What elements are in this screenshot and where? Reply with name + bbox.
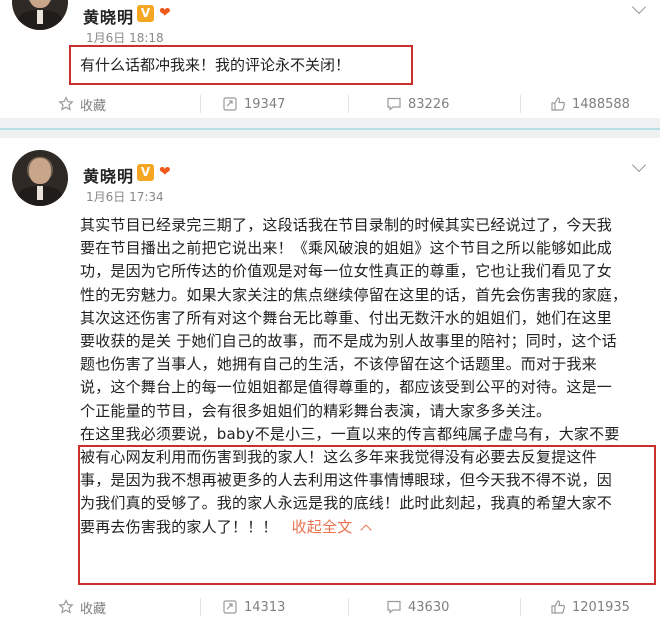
like-button[interactable]: 1488588 [550,89,630,119]
avatar[interactable] [12,150,68,206]
text-line: 在这里我必须要说，baby不是小三，一直以来的传言都纯属子虚乌有，大家不要 [80,424,620,443]
text-line: 其次这还伤害了所有对这个舞台无比尊重、付出无数汗水的姐姐们，她们在这里 [80,308,613,327]
more-chevron-icon[interactable] [631,157,647,173]
favorite-button[interactable]: 收藏 [58,592,106,618]
text-line: 功，是因为它所传达的价值观是对每一位女性真正的尊重，它也让我们看见了女 [80,262,613,281]
favorite-button[interactable]: 收藏 [58,89,106,119]
text-line: 性的无穷魅力。如果大家关注的焦点继续停留在这里的话，首先会伤害我的家庭， [80,285,628,304]
post-text: 有什么话都冲我来！我的评论永不关闭！ [80,56,351,74]
favorite-label: 收藏 [80,601,107,617]
comment-icon [387,97,401,111]
comment-count: 43630 [408,599,450,615]
like-thumb-icon [551,600,566,614]
repost-icon [223,600,237,614]
text-line: 要在节目播出之前把它说出来！《乘风破浪的姐姐》这个节目之所以能够如此成 [80,239,613,258]
comment-button[interactable]: 43630 [386,592,449,618]
action-bar: 收藏 14313 43630 1201935 [0,592,660,618]
like-count: 1201935 [572,599,630,615]
comment-count: 83226 [408,96,450,112]
verified-v-icon: V [137,5,154,22]
author-name[interactable]: 黄晓明 [83,163,134,187]
like-thumb-icon [551,97,566,111]
repost-icon [223,97,237,111]
avatar[interactable] [12,0,68,30]
verified-v-icon: V [137,164,154,181]
repost-button[interactable]: 19347 [222,89,285,119]
favorite-star-icon [58,96,74,111]
post-time[interactable]: 1月6日 18:18 [86,29,164,46]
text-line: 说，这个舞台上的每一位姐姐都是值得尊重的，都应该受到公平的对待。这是一 [80,378,613,397]
like-button[interactable]: 1201935 [550,592,630,618]
post-time[interactable]: 1月6日 17:34 [86,188,164,205]
more-chevron-icon[interactable] [631,0,647,15]
separator-line [0,128,660,130]
text-line: 其实节目已经录完三期了，这段话我在节目录制的时候其实已经说过了，今天我 [80,216,613,234]
like-count: 1488588 [572,96,630,112]
author-name[interactable]: 黄晓明 [83,4,134,28]
weibo-post-1: 黄晓明 V ❤ 1月6日 18:18 有什么话都冲我来！我的评论永不关闭！ 收藏… [0,0,660,118]
fan-badge-icon: ❤ [159,5,171,21]
text-line: 个正能量的节目，会有很多姐姐们的精彩舞台表演，请大家多多关注。 [80,401,552,420]
fan-badge-icon: ❤ [159,164,171,180]
favorite-label: 收藏 [80,98,107,114]
comment-button[interactable]: 83226 [386,89,449,119]
comment-icon [387,600,401,614]
action-bar: 收藏 19347 83226 1488588 [0,89,660,119]
favorite-star-icon [58,599,74,614]
repost-count: 19347 [244,96,286,112]
repost-button[interactable]: 14313 [222,592,285,618]
text-line: 题也伤害了当事人，她拥有自己的生活，不该停留在这个话题里。而对于我来 [80,355,597,374]
highlight-box [78,445,656,585]
repost-count: 14313 [244,599,286,615]
text-line: 要收获的是关 于她们自己的故事，而不是成为别人故事里的陪衬；同时，这个话 [80,332,617,351]
